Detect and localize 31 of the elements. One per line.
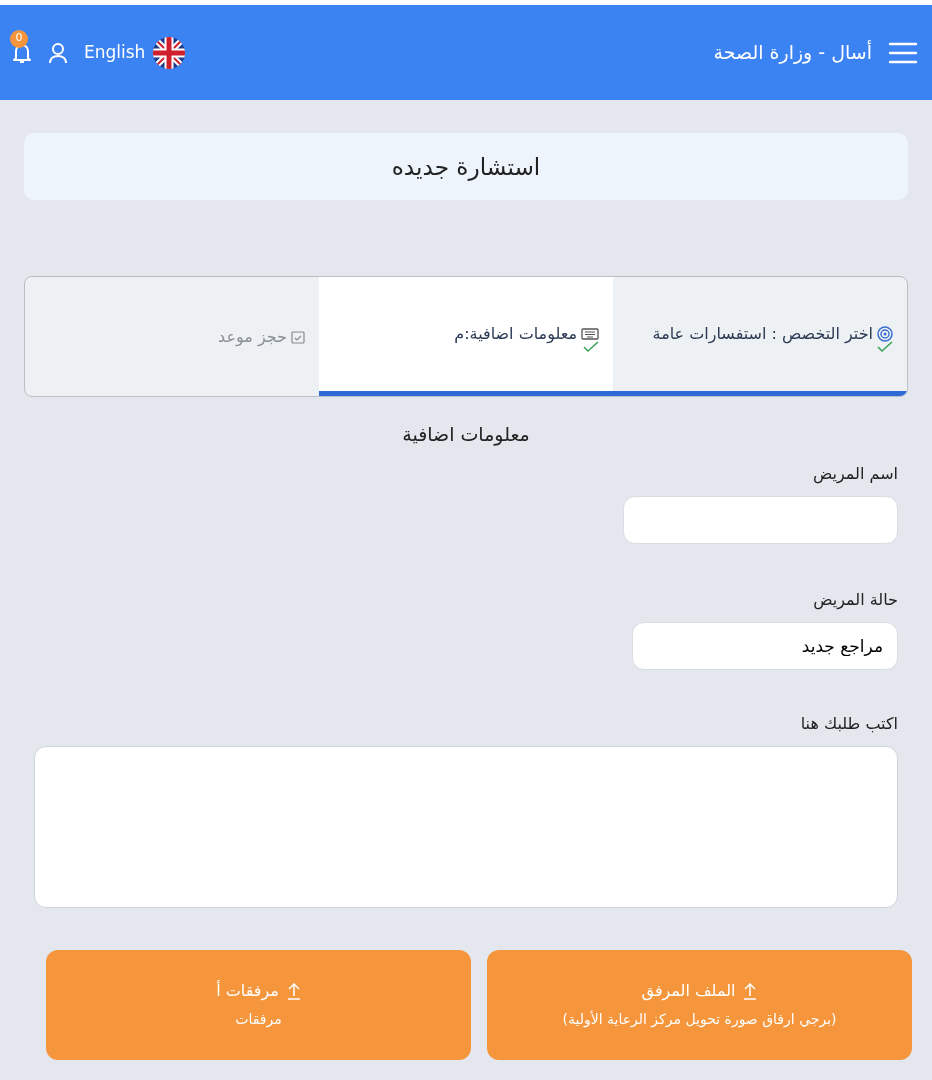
language-button[interactable]: English	[84, 36, 186, 69]
upload-hint: مرفقات	[235, 1010, 282, 1030]
upload-icon	[743, 982, 758, 1001]
check-icon	[583, 341, 599, 353]
menu-button[interactable]	[888, 40, 918, 65]
upload-title: مرفقات أ	[216, 979, 279, 1003]
input-field[interactable]: مراجع جديد	[632, 621, 898, 670]
keyboard-icon	[581, 328, 599, 340]
notification-count: 0	[10, 29, 28, 48]
target-icon	[877, 326, 893, 342]
upload-button[interactable]: مرفقات أ مرفقات	[46, 949, 471, 1060]
step-label: حجز موعد	[218, 325, 287, 348]
field-label: حالة المريض	[812, 588, 898, 612]
field-label: اسم المريض	[811, 462, 898, 486]
step-tab[interactable]: معلومات اضافية:م	[319, 277, 613, 396]
upload-hint: (برجي ارفاق صورة تحويل مركز الرعاية الأولية)	[562, 1009, 837, 1030]
step-label: معلومات اضافية:م	[454, 323, 577, 346]
step-label: اختر التخصص : استفسارات عامة	[652, 323, 873, 346]
step-tab[interactable]: حجز موعد	[25, 277, 319, 396]
calendar-check-icon	[291, 329, 305, 344]
upload-title: الملف المرفق	[641, 980, 736, 1003]
upload-icon	[286, 982, 301, 1001]
user-icon[interactable]	[48, 41, 68, 64]
section-title: معلومات اضافية	[402, 423, 530, 446]
upload-button[interactable]: الملف المرفق (برجي ارفاق صورة تحويل مركز الرعاية الأولية)	[487, 949, 912, 1060]
check-icon	[877, 341, 893, 353]
input-field[interactable]	[623, 495, 898, 544]
field-label: اكتب طلبك هنا	[799, 712, 898, 735]
page-title: استشارة جديده	[391, 152, 541, 181]
flag-icon	[153, 36, 186, 69]
app-title: أسال - وزارة الصحة	[713, 39, 872, 66]
